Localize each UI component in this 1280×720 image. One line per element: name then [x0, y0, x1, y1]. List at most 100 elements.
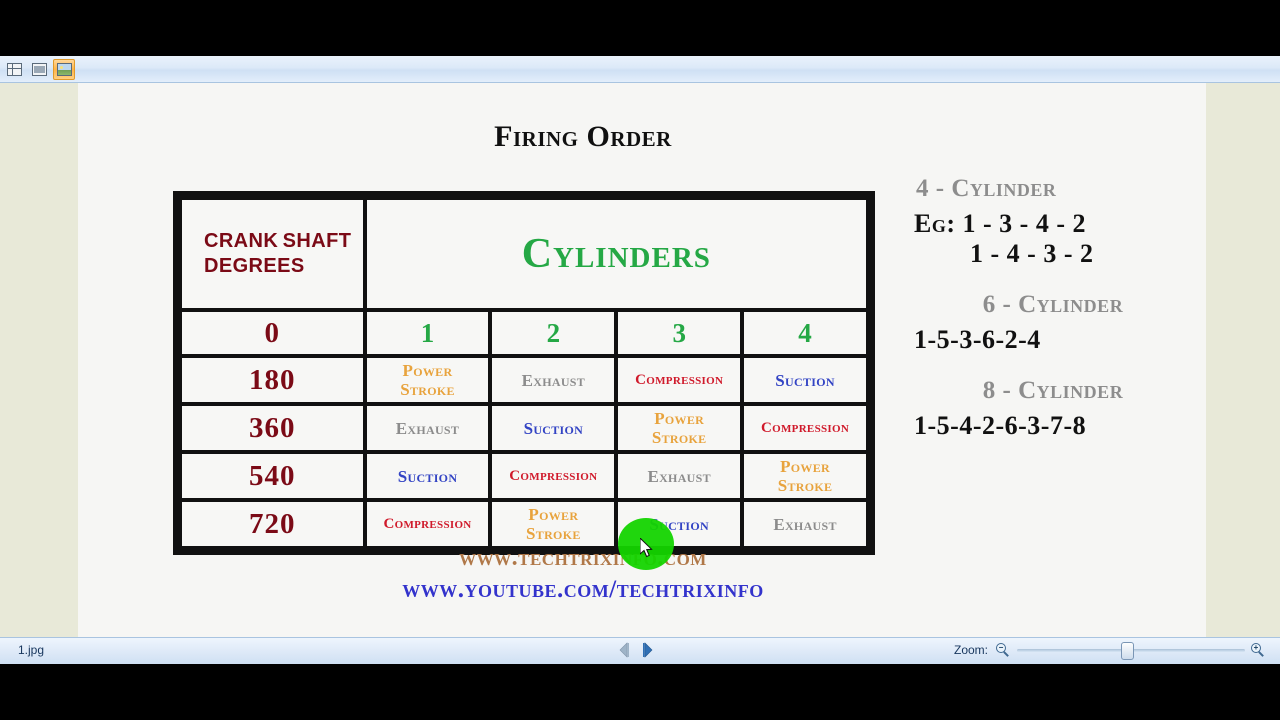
stroke-cell: Compression — [744, 406, 866, 450]
stroke-line: Exhaust — [521, 370, 586, 390]
stroke-line: Compression — [383, 515, 472, 532]
stroke-cell: Power Stroke — [366, 358, 489, 402]
photo-viewer-window: Firing Order CRANK SHAFT DEGREES Cylinde… — [0, 56, 1280, 664]
stroke-cell: Compression — [618, 358, 741, 402]
page-title: Firing Order — [494, 120, 672, 153]
stroke-cell: Exhaust — [492, 358, 615, 402]
zoom-label: Zoom: — [953, 643, 988, 657]
degrees-value: 180 — [249, 363, 296, 396]
six-cylinder-heading: 6 - Cylinder — [982, 291, 1124, 318]
image-page: Firing Order CRANK SHAFT DEGREES Cylinde… — [78, 83, 1206, 637]
stroke-line: Power — [654, 409, 705, 428]
stroke-line: Power — [528, 505, 579, 524]
stroke-cell: Suction — [618, 502, 741, 546]
stroke-line: Stroke — [400, 380, 455, 399]
preview-view-button[interactable] — [53, 58, 75, 80]
app-root: Firing Order CRANK SHAFT DEGREES Cylinde… — [0, 0, 1280, 720]
photo-icon — [56, 62, 72, 76]
stroke-line: Compression — [761, 419, 850, 436]
table-row: 720 Compression Power Stroke Suction Exh… — [182, 502, 866, 546]
cylinder-3-header: 3 — [618, 312, 741, 354]
table-row: 540 Suction Compression Exhaust Power St… — [182, 454, 866, 498]
table-row: 180 Power Stroke Exhaust Compression Suc… — [182, 358, 866, 402]
degrees-zero: 0 — [264, 316, 281, 349]
crank-label-line-1: CRANK — [204, 230, 279, 252]
zoom-slider-handle[interactable] — [1121, 642, 1134, 660]
cylinder-3-label: 3 — [672, 317, 686, 348]
four-cylinder-order-1: Eg: 1 - 3 - 4 - 2 — [914, 209, 1086, 238]
stroke-line: Suction — [397, 466, 458, 486]
filmstrip-view-button[interactable] — [28, 59, 50, 80]
degrees-cell: 540 — [182, 454, 363, 498]
degrees-value: 360 — [249, 411, 296, 444]
eight-cylinder-heading: 8 - Cylinder — [982, 377, 1124, 404]
stroke-cell: Power Stroke — [744, 454, 866, 498]
canvas-area: Firing Order CRANK SHAFT DEGREES Cylinde… — [0, 83, 1280, 637]
cylinders-header: Cylinders — [366, 200, 866, 308]
table-row: 360 Exhaust Suction Power Stroke Compres… — [182, 406, 866, 450]
crank-label-line-2: SHAFT — [282, 230, 352, 252]
stroke-cell: Power Stroke — [618, 406, 741, 450]
four-cylinder-order-2: 1 - 4 - 3 - 2 — [970, 239, 1094, 268]
eight-cylinder-order: 1-5-4-2-6-3-7-8 — [914, 411, 1087, 440]
letterbox-top — [0, 0, 1280, 56]
stroke-cell: Exhaust — [744, 502, 866, 546]
degrees-zero-cell: 0 — [182, 312, 363, 354]
cylinder-number-row: 0 1 2 3 4 — [182, 312, 866, 354]
cylinders-label: Cylinders — [521, 231, 711, 277]
zoom-controls: Zoom: − + — [953, 642, 1266, 660]
status-bar: 1.jpg Zoom: − + — [0, 637, 1280, 664]
zoom-out-icon[interactable]: − — [996, 642, 1011, 658]
navigation-arrows — [618, 642, 654, 658]
stroke-line: Compression — [635, 371, 724, 388]
stroke-line: Power — [402, 361, 453, 380]
stroke-cell: Suction — [744, 358, 866, 402]
four-cylinder-group: 4 - Cylinder Eg: 1 - 3 - 4 - 2 1 - 4 - 3… — [908, 175, 1198, 269]
crank-label-line-3: DEGREES — [204, 255, 305, 277]
stroke-cell: Suction — [366, 454, 489, 498]
stroke-line: Stroke — [651, 428, 707, 447]
stroke-line: Stroke — [777, 476, 833, 495]
stroke-cell: Exhaust — [618, 454, 741, 498]
next-image-button[interactable] — [642, 642, 654, 658]
cylinder-4-header: 4 — [744, 312, 866, 354]
degrees-cell: 180 — [182, 358, 363, 402]
letterbox-bottom — [0, 664, 1280, 720]
table-header-row: CRANK SHAFT DEGREES Cylinders — [182, 200, 866, 308]
eight-cylinder-group: 8 - Cylinder 1-5-4-2-6-3-7-8 — [908, 377, 1198, 441]
status-filename: 1.jpg — [18, 643, 45, 657]
grid-icon — [6, 62, 22, 76]
cylinder-2-header: 2 — [492, 312, 615, 354]
stroke-line: Compression — [509, 467, 598, 484]
degrees-cell: 720 — [182, 502, 363, 546]
viewer-toolbar — [0, 56, 1280, 83]
stroke-cell: Suction — [492, 406, 615, 450]
zoom-slider[interactable] — [1017, 642, 1245, 660]
crank-shaft-degrees-header: CRANK SHAFT DEGREES — [182, 200, 363, 308]
degrees-cell: 360 — [182, 406, 363, 450]
filmstrip-icon — [31, 62, 47, 76]
stroke-line: Suction — [775, 370, 835, 390]
four-cylinder-heading: 4 - Cylinder — [916, 175, 1057, 202]
stroke-line: Exhaust — [395, 418, 460, 438]
youtube-url: www.youtube.com/techtrixinfo — [402, 576, 764, 603]
stroke-line: Exhaust — [773, 514, 837, 534]
previous-image-button[interactable] — [618, 642, 630, 658]
degrees-value: 720 — [249, 507, 296, 540]
website-url: www.techtrixinfo.com — [459, 545, 707, 571]
stroke-cell: Power Stroke — [492, 502, 615, 546]
cylinder-4-label: 4 — [798, 317, 812, 348]
six-cylinder-group: 6 - Cylinder 1-5-3-6-2-4 — [908, 291, 1198, 355]
thumbnails-view-button[interactable] — [3, 59, 25, 80]
stroke-line: Power — [780, 457, 830, 476]
stroke-cell: Exhaust — [366, 406, 489, 450]
degrees-value: 540 — [249, 459, 296, 492]
stroke-cell-highlighted: Compression — [492, 454, 615, 498]
firing-order-table: CRANK SHAFT DEGREES Cylinders 0 1 2 3 4 … — [173, 191, 875, 555]
cylinder-2-label: 2 — [546, 317, 561, 348]
stroke-line: Exhaust — [647, 466, 711, 486]
cylinder-1-header: 1 — [366, 312, 489, 354]
stroke-line: Suction — [649, 514, 709, 534]
stroke-cell: Compression — [366, 502, 489, 546]
zoom-in-icon[interactable]: + — [1251, 642, 1266, 658]
